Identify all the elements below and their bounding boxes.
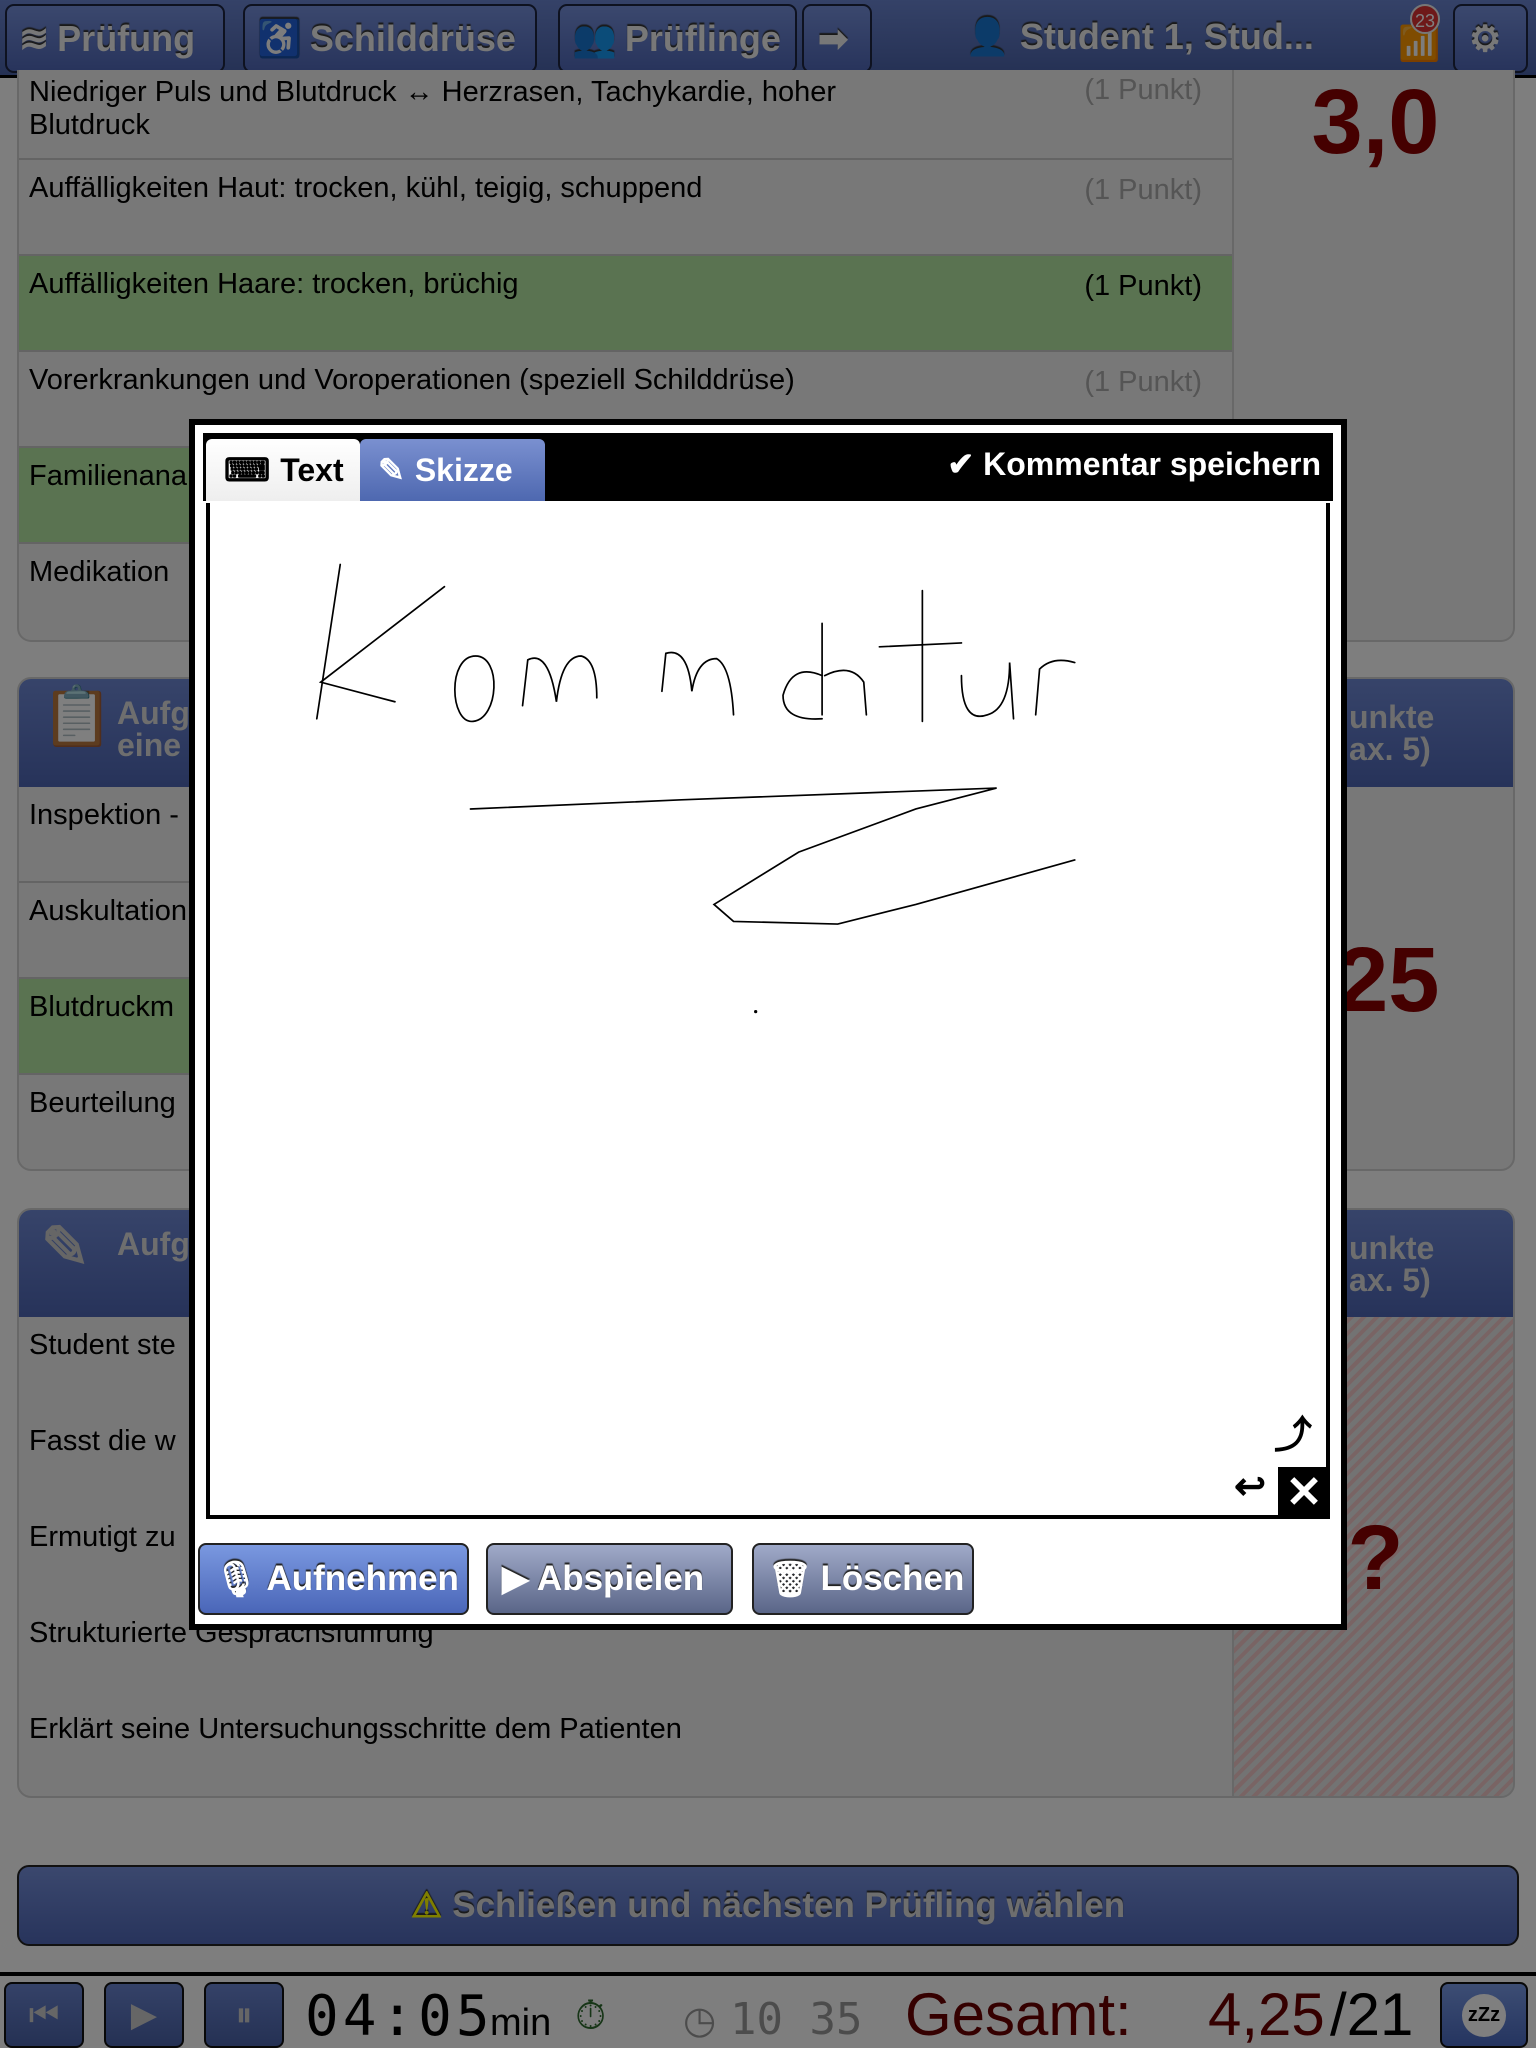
microphone-icon: 🎙 (214, 1559, 259, 1599)
undo-icon[interactable]: ↩ (1234, 1464, 1266, 1509)
check-icon: ✔ (947, 446, 975, 482)
redo-icon[interactable]: ⤴ (1274, 1404, 1312, 1459)
trash-icon: 🗑 (768, 1559, 813, 1599)
record-button[interactable]: 🎙 Aufnehmen (198, 1543, 469, 1615)
comment-dialog: ⌨ Text ✎ Skizze ✔ Kommentar speichern ⤴ ↩ … (189, 419, 1347, 1630)
keyboard-icon: ⌨ (224, 452, 271, 488)
save-comment-button[interactable]: ✔ Kommentar speichern (947, 445, 1321, 483)
sketch-canvas[interactable]: ⤴ ↩ ✕ (206, 503, 1330, 1519)
tab-text[interactable]: ⌨ Text (206, 439, 360, 501)
dialog-header: ⌨ Text ✎ Skizze ✔ Kommentar speichern (203, 433, 1333, 501)
play-icon: ▶ (502, 1559, 529, 1598)
sketch-drawing (315, 563, 1076, 1014)
play-button[interactable]: ▶ Abspielen (486, 1543, 733, 1615)
pencil-icon: ✎ (378, 452, 405, 488)
tab-sketch[interactable]: ✎ Skizze (360, 439, 545, 501)
clear-sketch-icon[interactable]: ✕ (1278, 1467, 1330, 1519)
delete-button[interactable]: 🗑 Löschen (752, 1543, 974, 1615)
